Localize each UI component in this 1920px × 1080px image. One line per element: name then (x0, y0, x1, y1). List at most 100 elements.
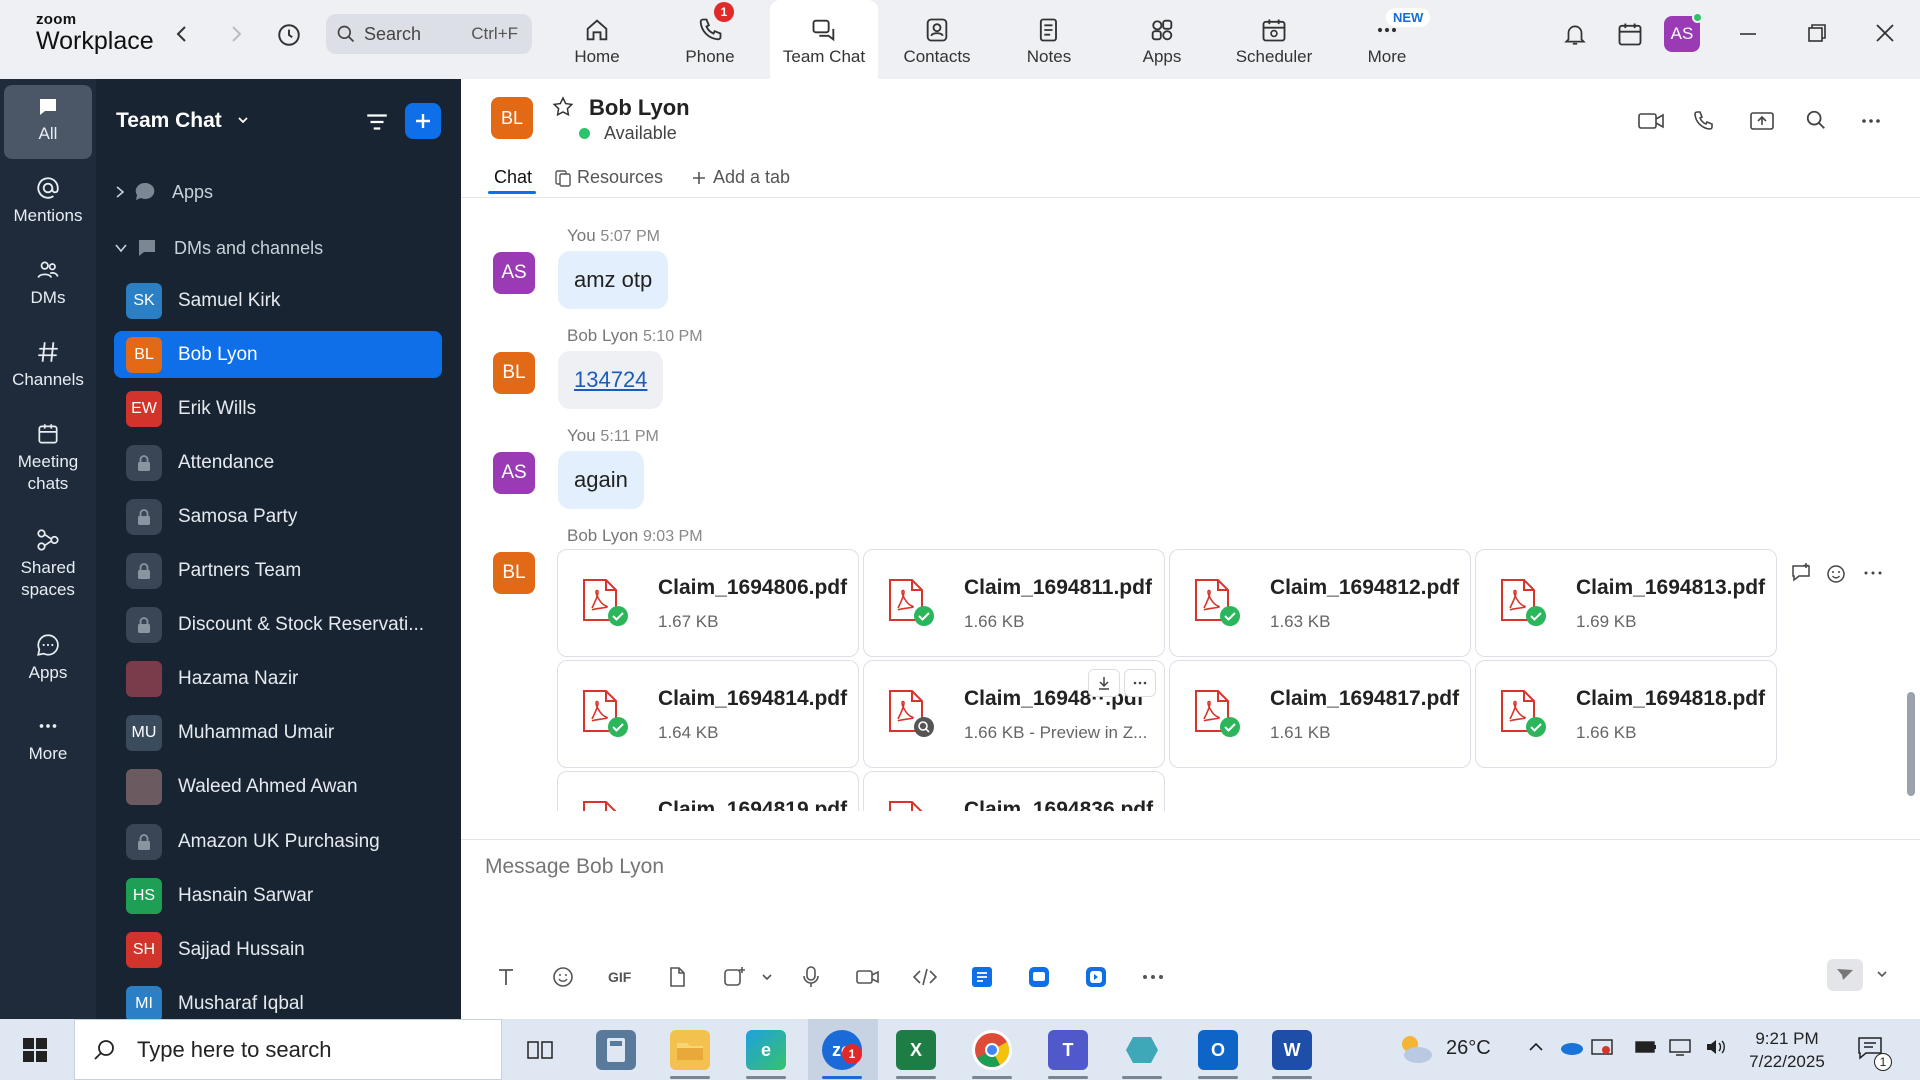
tab-apps[interactable]: Apps (1108, 0, 1216, 79)
sidebar-contact[interactable]: Waleed Ahmed Awan (114, 764, 442, 811)
network-icon[interactable] (1668, 1037, 1692, 1063)
tab-more[interactable]: NEW More (1333, 0, 1441, 79)
sidebar-contact[interactable]: SH Sajjad Hussain (114, 926, 442, 973)
edge-icon[interactable]: e (746, 1030, 786, 1070)
message-bubble[interactable]: amz otp (558, 251, 669, 309)
rail-item-more[interactable]: More (4, 713, 92, 765)
rail-item-apps[interactable]: Apps (4, 632, 92, 684)
file-card[interactable]: Claim_1694836.pdf (863, 771, 1165, 811)
file-card[interactable]: Claim_1694817.pdf 1.61 KB (1169, 660, 1471, 768)
message-link[interactable]: 134724 (558, 351, 664, 409)
sidebar-channel[interactable]: Samosa Party (114, 493, 442, 540)
more-options-icon[interactable] (1859, 109, 1883, 138)
emoji-react-icon[interactable] (1825, 561, 1849, 590)
weather-temp[interactable]: 26°C (1446, 1037, 1491, 1060)
file-card[interactable]: Claim_1694806.pdf 1.67 KB (557, 549, 859, 657)
send-options-icon[interactable] (1875, 967, 1889, 986)
rail-item-dms[interactable]: DMs (4, 257, 92, 309)
more-tools-icon[interactable] (1130, 961, 1176, 993)
contact-name[interactable]: Bob Lyon (589, 95, 690, 121)
rail-item-meeting-chats[interactable]: Meeting chats (4, 421, 92, 495)
bell-icon[interactable] (1562, 20, 1588, 53)
weather-icon[interactable] (1394, 1031, 1436, 1072)
tab-resources[interactable]: Resources (553, 167, 663, 188)
tray-expand-icon[interactable] (1526, 1037, 1546, 1063)
windows-start-icon[interactable] (22, 1037, 48, 1068)
close-icon[interactable] (1874, 22, 1896, 49)
sidebar-contact[interactable]: Hazama Nazir (114, 656, 442, 703)
file-card[interactable]: Claim_1694819.pdf (557, 771, 859, 811)
send-button[interactable] (1827, 959, 1863, 991)
rail-item-shared-spaces[interactable]: Shared spaces (4, 527, 92, 601)
reply-icon[interactable] (1789, 561, 1813, 590)
minimize-icon[interactable] (1736, 24, 1760, 49)
file-card[interactable]: Claim_1694812.pdf 1.63 KB (1169, 549, 1471, 657)
history-icon[interactable] (276, 22, 300, 46)
word-icon[interactable]: W (1272, 1030, 1312, 1070)
video-icon[interactable] (1637, 109, 1665, 138)
clips-app-icon[interactable] (1073, 961, 1119, 993)
message-more-icon[interactable] (1861, 561, 1885, 590)
battery-icon[interactable] (1634, 1037, 1658, 1063)
dms-section[interactable]: DMs and channels (114, 236, 323, 260)
sidebar-contact[interactable]: BL Bob Lyon (114, 331, 442, 379)
rail-item-mentions[interactable]: Mentions (4, 175, 92, 227)
calculator-icon[interactable] (596, 1030, 636, 1070)
sidebar-contact[interactable]: SK Samuel Kirk (114, 277, 442, 324)
sidebar-channel[interactable]: Partners Team (114, 548, 442, 595)
video-message-icon[interactable] (845, 961, 891, 993)
code-snippet-icon[interactable] (902, 961, 948, 993)
file-explorer-icon[interactable] (670, 1030, 710, 1070)
app-diamond-icon[interactable] (1122, 1030, 1162, 1070)
tab-home[interactable]: Home (543, 0, 651, 79)
contact-avatar[interactable]: BL (491, 97, 533, 139)
chat-scrollbar[interactable] (1905, 199, 1915, 799)
tab-team-chat[interactable]: Team Chat (770, 0, 878, 79)
restore-icon[interactable] (1806, 22, 1828, 49)
sender-avatar[interactable]: BL (493, 552, 535, 594)
file-card[interactable]: Claim_1694814.pdf 1.64 KB (557, 660, 859, 768)
message-bubble[interactable]: again (558, 451, 644, 509)
taskbar-clock[interactable]: 9:21 PM 7/22/2025 (1742, 1027, 1832, 1073)
screenshot-icon[interactable] (711, 961, 757, 993)
forward-arrow-icon[interactable] (224, 22, 248, 46)
tab-contacts[interactable]: Contacts (883, 0, 991, 79)
security-tray-icon[interactable] (1590, 1037, 1614, 1063)
share-screen-icon[interactable] (1749, 109, 1775, 138)
task-view-icon[interactable] (520, 1030, 560, 1070)
scrollbar-thumb[interactable] (1907, 692, 1915, 796)
file-card[interactable]: Claim_1694818.pdf 1.66 KB (1475, 660, 1777, 768)
tab-notes[interactable]: Notes (995, 0, 1103, 79)
gif-icon[interactable]: GIF (597, 961, 643, 993)
sidebar-contact[interactable]: MI Musharaf Iqbal (114, 980, 442, 1019)
teams-icon[interactable]: T (1048, 1030, 1088, 1070)
tab-phone[interactable]: 1 Phone (656, 0, 764, 79)
sidebar-channel[interactable]: Amazon UK Purchasing (114, 818, 442, 865)
rail-item-channels[interactable]: Channels (4, 339, 92, 391)
emoji-icon[interactable] (540, 961, 586, 993)
docs-app-icon[interactable] (959, 961, 1005, 993)
format-text-icon[interactable] (483, 961, 529, 993)
chrome-icon[interactable] (972, 1030, 1012, 1070)
search-chat-icon[interactable] (1805, 109, 1827, 136)
message-input[interactable] (485, 855, 1685, 879)
sender-avatar[interactable]: AS (493, 252, 535, 294)
screenshot-dropdown-icon[interactable] (757, 961, 777, 993)
sender-avatar[interactable]: AS (493, 452, 535, 494)
sender-avatar[interactable]: BL (493, 352, 535, 394)
attach-file-icon[interactable] (654, 961, 700, 993)
tab-scheduler[interactable]: Scheduler (1220, 0, 1328, 79)
outlook-icon[interactable]: O (1198, 1030, 1238, 1070)
tab-chat[interactable]: Chat (494, 167, 532, 188)
excel-icon[interactable]: X (896, 1030, 936, 1070)
sidebar-contact[interactable]: EW Erik Wills (114, 385, 442, 432)
microphone-icon[interactable] (788, 961, 834, 993)
add-tab-button[interactable]: Add a tab (689, 167, 790, 188)
sidebar-channel[interactable]: Discount & Stock Reservati... (114, 602, 442, 649)
file-card[interactable]: Claim_16948··.pdf 1.66 KB - Preview in Z.… (863, 660, 1165, 768)
file-card[interactable]: Claim_1694813.pdf 1.69 KB (1475, 549, 1777, 657)
volume-icon[interactable] (1704, 1037, 1728, 1063)
file-more-icon[interactable] (1124, 669, 1156, 697)
filter-icon[interactable] (364, 109, 390, 140)
chat-app-icon[interactable] (1016, 961, 1062, 993)
